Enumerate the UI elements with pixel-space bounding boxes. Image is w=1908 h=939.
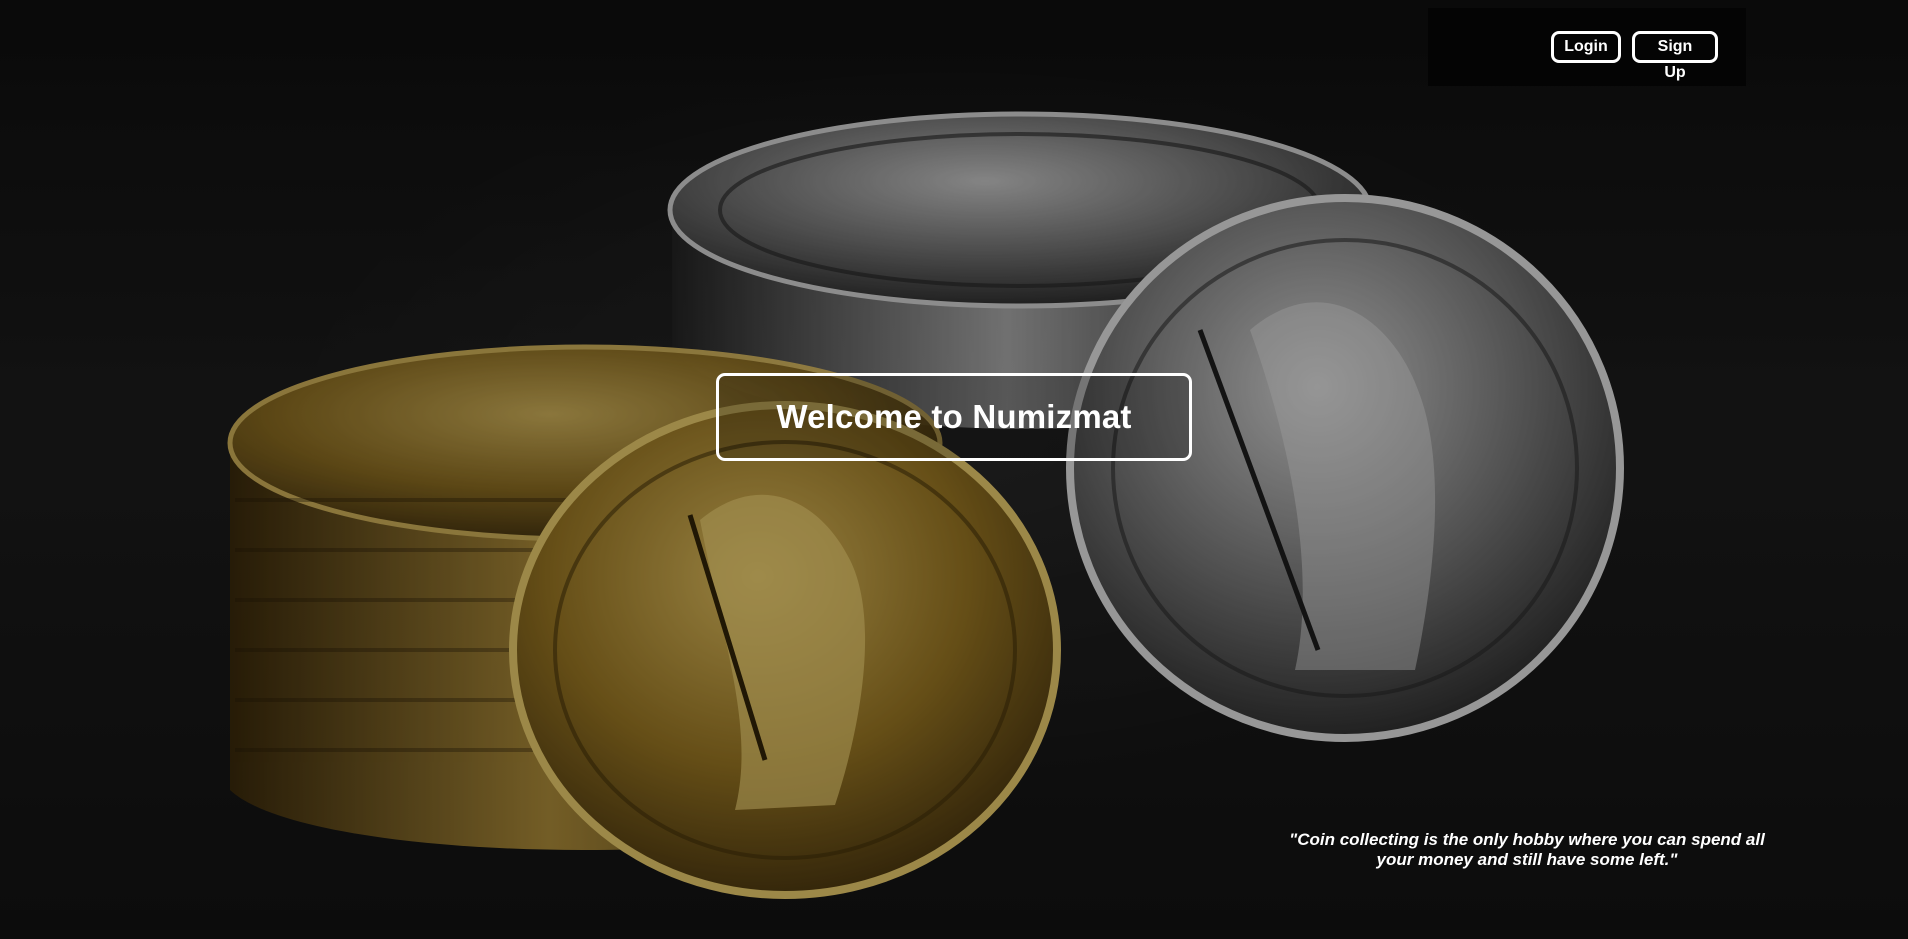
silver-britannia-coin — [1066, 194, 1624, 742]
page-title: Welcome to Numizmat — [776, 398, 1132, 435]
login-button[interactable]: Login — [1551, 31, 1621, 63]
coin-hero-image — [227, 111, 1624, 899]
sign-up-button[interactable]: Sign Up — [1632, 31, 1718, 81]
gold-britannia-coin — [509, 401, 1061, 899]
quote-text: "Coin collecting is the only hobby where… — [1289, 830, 1765, 869]
welcome-box: Welcome to Numizmat — [716, 373, 1192, 461]
